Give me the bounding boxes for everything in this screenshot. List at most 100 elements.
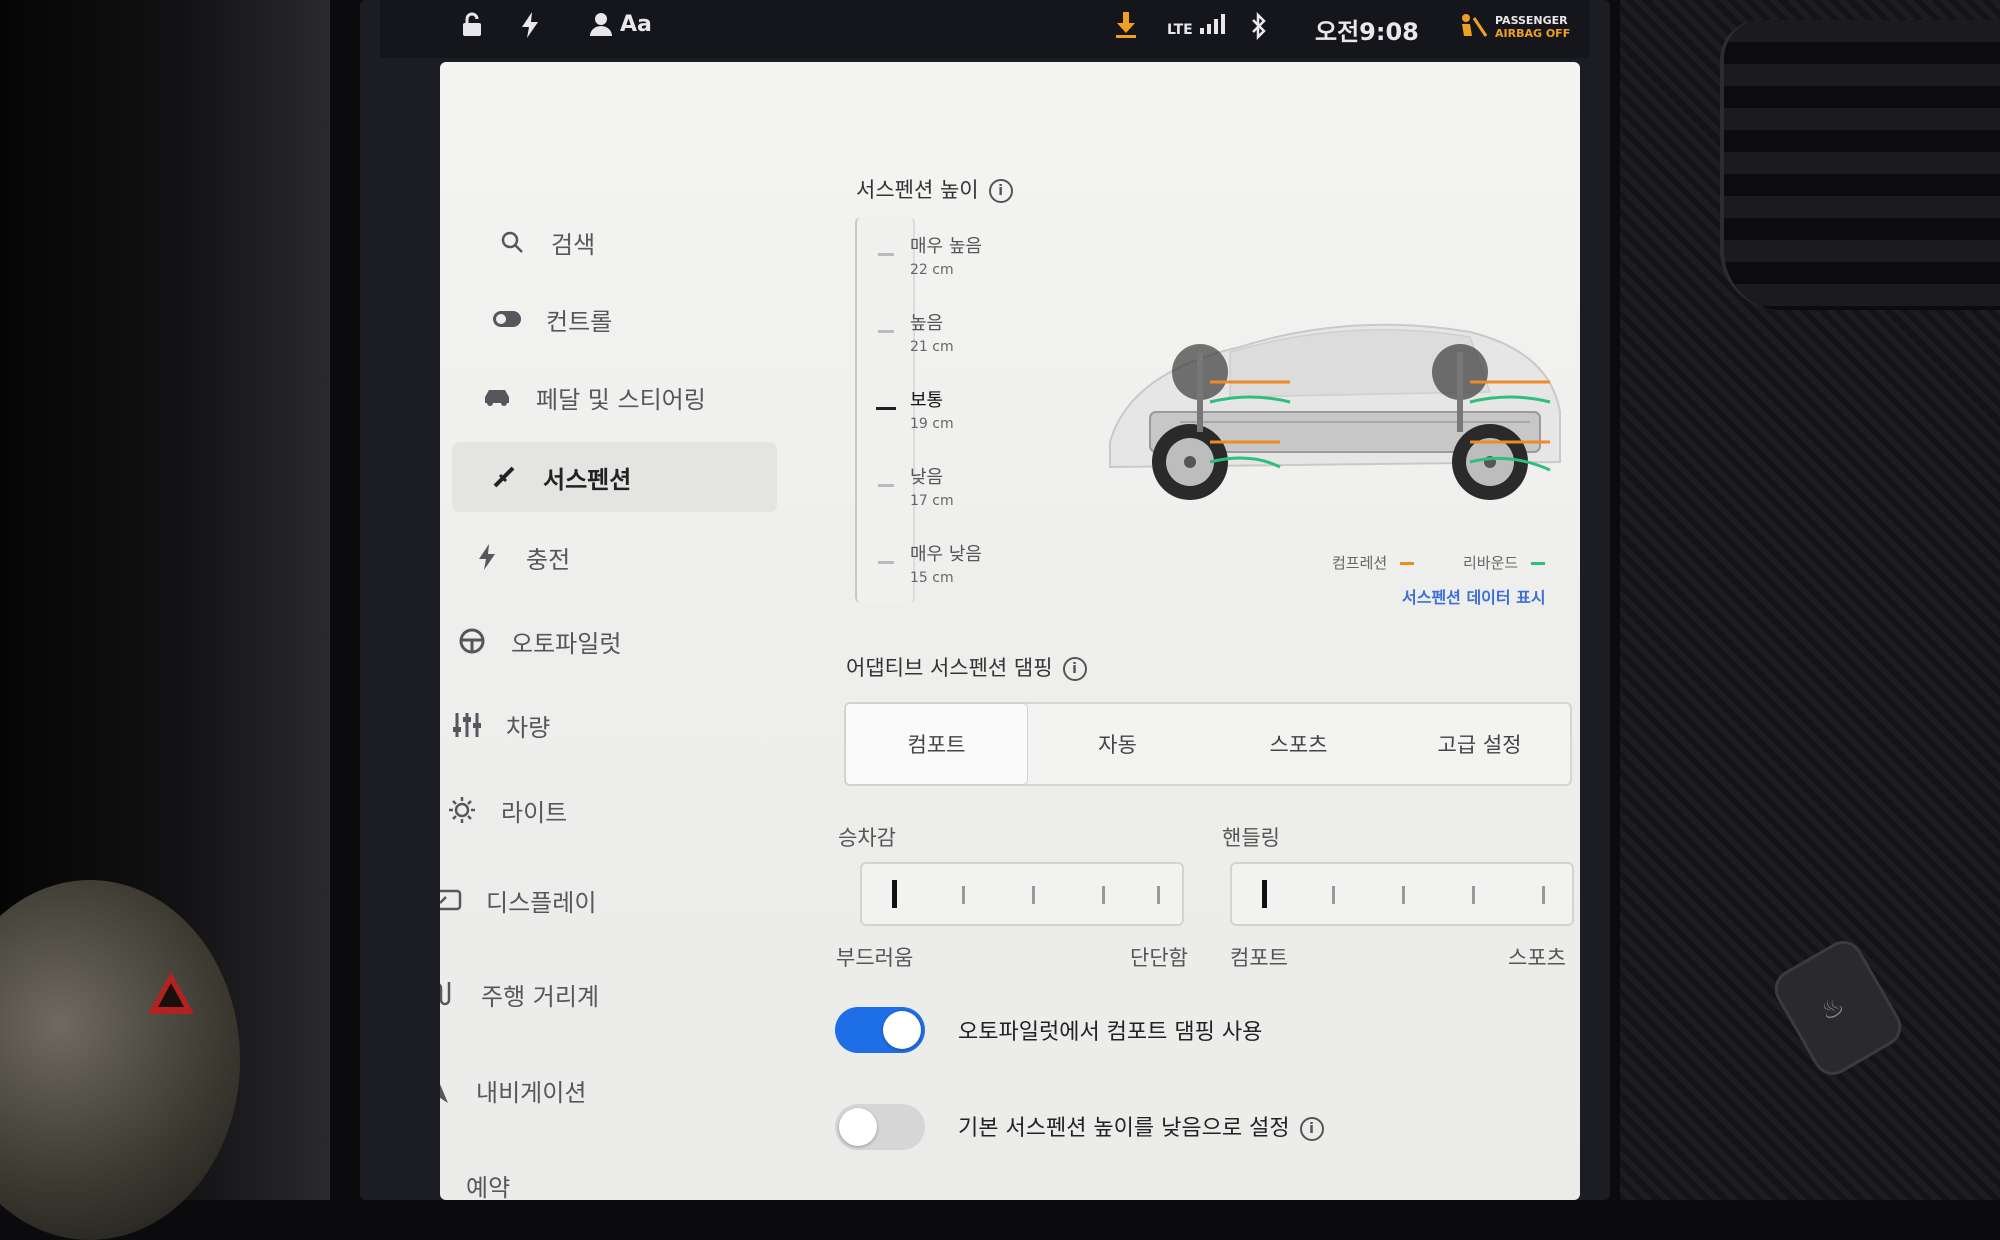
sidebar-item-label: 주행 거리계 — [481, 982, 600, 1011]
handling-min-label: 컴포트 — [1230, 946, 1288, 970]
damping-comfort-button[interactable]: 컴포트 — [846, 704, 1027, 784]
info-icon[interactable]: i — [1299, 1117, 1324, 1141]
damping-sport-button[interactable]: 스포츠 — [1208, 704, 1389, 784]
ride-slider[interactable] — [860, 862, 1184, 926]
handling-slider[interactable] — [1230, 862, 1574, 926]
sliders-icon — [450, 708, 484, 742]
sidebar-item-pedals-steering[interactable]: 페달 및 스티어링 — [440, 362, 790, 432]
car-suspension-visual — [1090, 292, 1570, 532]
sidebar-item-label: 검색 — [551, 230, 596, 259]
airbag-status: PASSENGER AIRBAG OFF — [1495, 14, 1570, 40]
slider-step — [1102, 886, 1105, 904]
show-suspension-data-link[interactable]: 서스펜션 데이터 표시 — [1402, 584, 1546, 608]
rebound-label: 리바운드 — [1463, 554, 1519, 572]
slider-step — [1332, 886, 1335, 904]
sidebar-item-label: 내비게이션 — [476, 1078, 587, 1107]
toggle-icon — [490, 302, 524, 336]
height-name: 매우 낮음 — [910, 544, 982, 565]
damping-selector: 컴포트 자동 스포츠 고급 설정 — [844, 702, 1572, 786]
damping-auto-button[interactable]: 자동 — [1027, 704, 1208, 784]
airbag-icon — [1458, 12, 1488, 48]
rebound-swatch — [1530, 562, 1545, 565]
height-name: 매우 높음 — [910, 236, 982, 257]
bluetooth-icon[interactable] — [1250, 11, 1268, 46]
sidebar-item-charging[interactable]: 충전 — [440, 522, 770, 592]
bolt-icon — [470, 540, 504, 574]
suspension-icon — [487, 460, 521, 494]
height-option-very-low[interactable]: 매우 낮음 15 cm — [910, 540, 1070, 586]
search-icon — [495, 225, 529, 259]
profile-label[interactable]: Aa — [620, 12, 652, 37]
handling-label: 핸들링 — [1222, 826, 1280, 850]
height-option-low[interactable]: 낮음 17 cm — [910, 463, 1070, 509]
air-vent — [1720, 20, 2000, 310]
suspension-height-heading: 서스펜션 높이 i — [856, 174, 1013, 204]
height-name: 보통 — [910, 390, 944, 411]
ride-slider-thumb[interactable] — [892, 880, 897, 908]
sidebar-item-trips[interactable]: 주행 거리계 — [440, 959, 725, 1029]
sidebar-item-schedule[interactable]: 예약 — [440, 1150, 710, 1201]
default-low-height-toggle[interactable] — [835, 1104, 925, 1150]
sidebar-item-suspension[interactable]: 서스펜션 — [452, 442, 777, 512]
lock-icon[interactable] — [460, 12, 484, 44]
height-value: 17 cm — [910, 493, 954, 509]
settings-screen: 검색 컨트롤 페달 및 스티어링 서스펜션 충전 오토파일럿 차량 라이트 디스… — [440, 62, 1580, 1200]
slider-step — [962, 886, 965, 904]
comfort-damping-autopilot-label: 오토파일럿에서 컴포트 댐핑 사용 — [958, 1020, 1263, 1045]
comfort-damping-autopilot-toggle[interactable] — [835, 1007, 925, 1053]
sidebar-item-navigation[interactable]: 내비게이션 — [440, 1055, 720, 1125]
slider-step — [1402, 886, 1405, 904]
seat-heater-icon: ♨ — [1814, 990, 1850, 1028]
handling-slider-thumb[interactable] — [1262, 880, 1267, 908]
clock-time: 오전9:08 — [1315, 18, 1419, 46]
height-name: 높음 — [910, 313, 944, 334]
sidebar-item-label: 라이트 — [501, 798, 568, 827]
height-value: 22 cm — [910, 262, 954, 278]
sidebar-item-controls[interactable]: 컨트롤 — [440, 284, 790, 354]
steering-wheel-icon — [455, 624, 489, 658]
slider-step — [1542, 886, 1545, 904]
sun-icon — [445, 793, 479, 827]
height-option-high[interactable]: 높음 21 cm — [910, 309, 1070, 355]
height-name: 낮음 — [910, 467, 944, 488]
sidebar-item-lights[interactable]: 라이트 — [440, 775, 745, 845]
hazard-warning-icon[interactable] — [148, 972, 194, 1014]
height-option-very-high[interactable]: 매우 높음 22 cm — [910, 232, 1070, 278]
ride-max-label: 단단함 — [1130, 946, 1188, 970]
front-wheel-icon — [1452, 424, 1528, 500]
ride-label: 승차감 — [838, 826, 896, 850]
slider-step — [1157, 886, 1160, 904]
signal-icon — [1200, 12, 1226, 40]
sidebar-item-search[interactable]: 검색 — [440, 207, 795, 277]
height-tick-selected — [876, 407, 896, 410]
suspension-height-title: 서스펜션 높이 — [856, 178, 979, 202]
height-value: 21 cm — [910, 339, 954, 355]
sidebar-item-display[interactable]: 디스플레이 — [440, 865, 730, 935]
compression-legend: 컴프레션 — [1332, 552, 1414, 573]
damping-advanced-button[interactable]: 고급 설정 — [1389, 704, 1570, 784]
height-value: 15 cm — [910, 570, 954, 586]
height-option-standard[interactable]: 보통 19 cm — [910, 386, 1070, 432]
sidebar-item-label: 예약 — [466, 1173, 511, 1201]
status-bar: Aa LTE 오전9:08 PASSENGER AIRBAG OFF — [380, 0, 1590, 58]
toggle-knob — [883, 1011, 921, 1049]
sidebar-item-label: 오토파일럿 — [511, 629, 622, 658]
sidebar-item-label: 충전 — [526, 545, 571, 574]
height-tick — [878, 484, 894, 487]
airbag-line-1: PASSENGER — [1495, 14, 1568, 27]
height-tick — [878, 561, 894, 564]
sidebar-item-label: 차량 — [506, 713, 551, 742]
profile-icon[interactable] — [590, 12, 612, 42]
display-icon — [440, 883, 464, 917]
slider-step — [1472, 886, 1475, 904]
lte-label: LTE — [1167, 22, 1193, 38]
sidebar-item-autopilot[interactable]: 오토파일럿 — [440, 606, 755, 676]
rebound-legend: 리바운드 — [1463, 552, 1545, 573]
height-value: 19 cm — [910, 416, 954, 432]
height-tick — [878, 253, 894, 256]
sidebar-item-vehicle[interactable]: 차량 — [440, 690, 750, 760]
info-icon[interactable]: i — [988, 179, 1013, 203]
height-selector[interactable] — [855, 217, 915, 603]
info-icon[interactable]: i — [1062, 657, 1087, 681]
sidebar-item-label: 디스플레이 — [486, 888, 597, 917]
